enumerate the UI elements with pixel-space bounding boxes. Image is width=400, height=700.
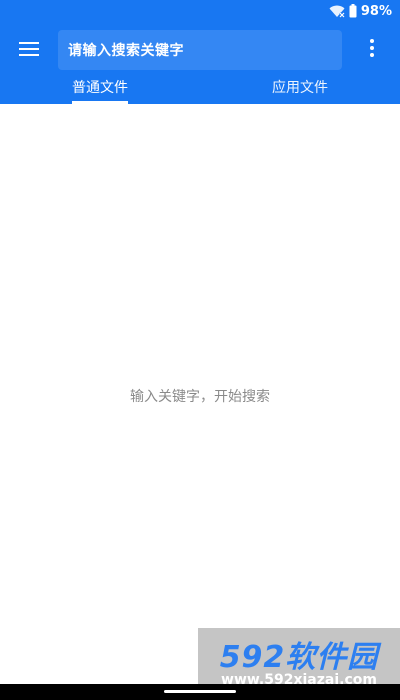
tab-label: 应用文件: [272, 80, 328, 96]
search-input[interactable]: 请输入搜索关键字: [58, 30, 342, 70]
tab-label: 普通文件: [72, 80, 128, 96]
overflow-menu-button[interactable]: [362, 36, 382, 64]
status-icons: 98%: [329, 3, 392, 21]
navigation-bar: [0, 684, 400, 700]
battery-percentage: 98%: [360, 4, 392, 19]
search-placeholder: 请输入搜索关键字: [68, 43, 184, 59]
tab-bar: 普通文件 应用文件: [0, 70, 400, 104]
tab-app-files[interactable]: 应用文件: [268, 70, 332, 104]
menu-button[interactable]: [14, 36, 44, 64]
more-vertical-icon: [370, 39, 374, 61]
watermark-logo: 592软件园: [219, 640, 379, 675]
home-indicator[interactable]: [164, 690, 236, 693]
empty-state-hint: 输入关键字，开始搜索: [130, 389, 270, 405]
status-bar: 98%: [0, 0, 400, 24]
wifi-no-internet-icon: [329, 3, 345, 22]
app-header: 98% 请输入搜索关键字 普通文件 应用文件: [0, 0, 400, 104]
screen: 98% 请输入搜索关键字 普通文件 应用文件 输入关键字，开始搜索 592软件园…: [0, 0, 400, 700]
hamburger-menu-icon: [19, 41, 39, 60]
toolbar: 请输入搜索关键字: [0, 30, 400, 70]
tab-regular-files[interactable]: 普通文件: [72, 70, 128, 104]
battery-icon: [349, 3, 357, 22]
search-results-area: 输入关键字，开始搜索: [0, 104, 400, 684]
